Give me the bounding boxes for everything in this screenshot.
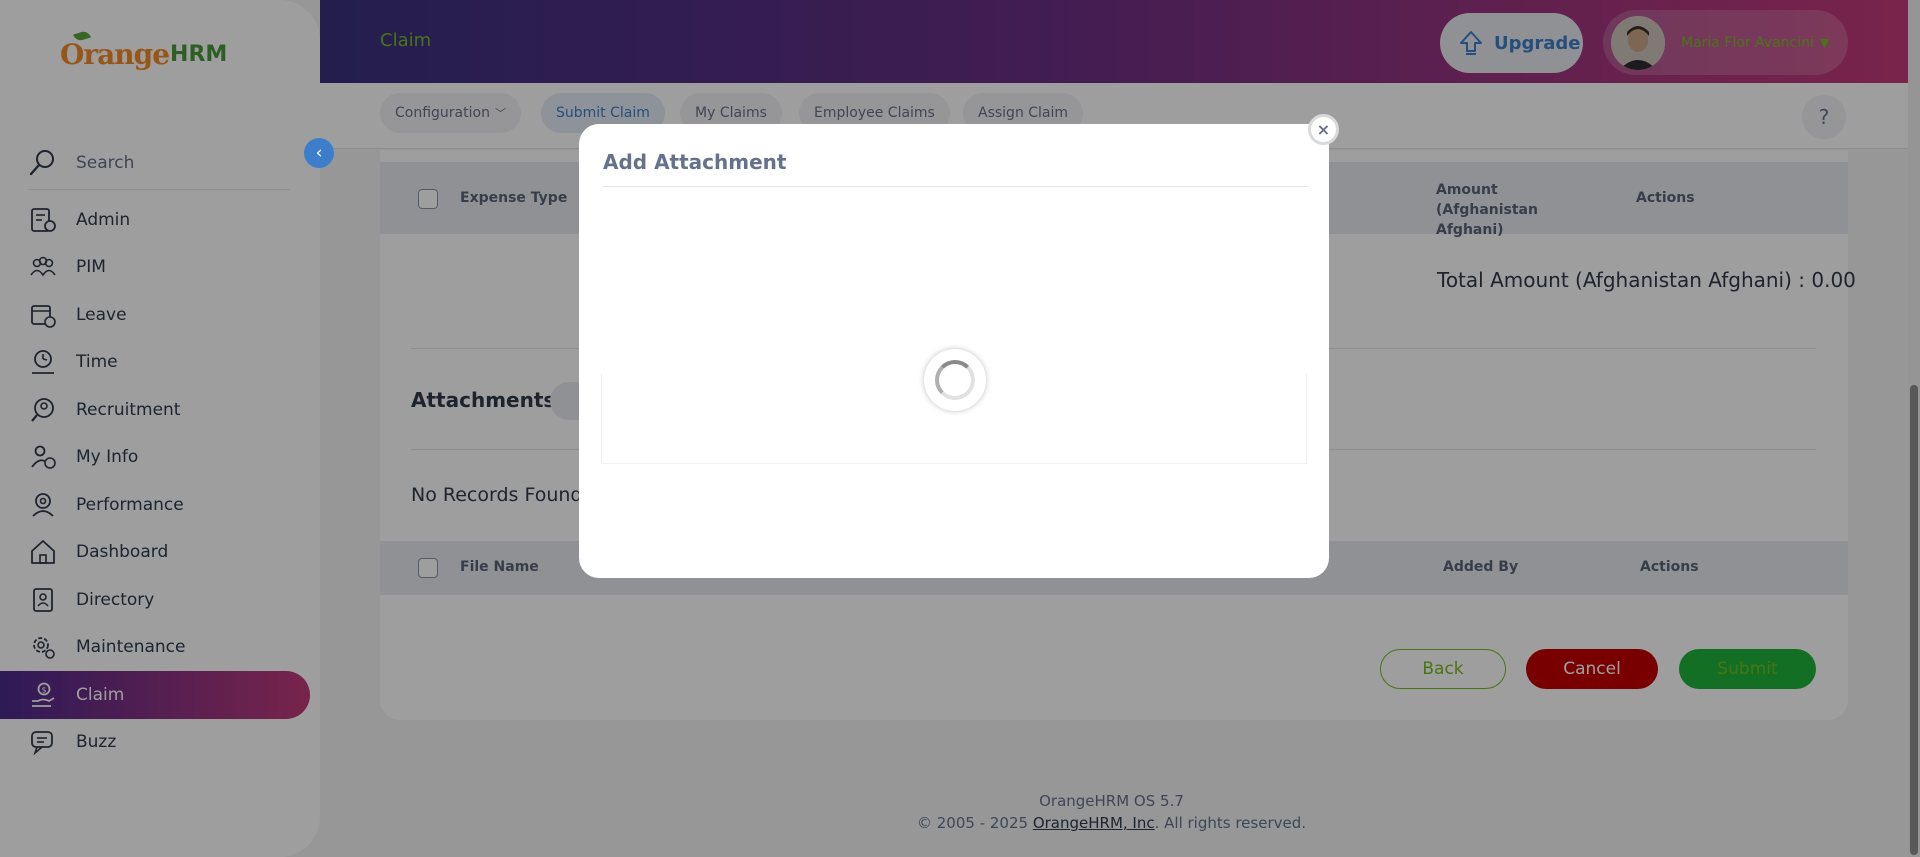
add-attachment-dialog: Add Attachment	[579, 124, 1329, 578]
loading-indicator	[924, 349, 986, 411]
spinner-icon	[935, 360, 975, 400]
close-dialog-button[interactable]: ×	[1308, 114, 1339, 145]
dialog-title: Add Attachment	[603, 150, 787, 174]
sidebar-collapse-button[interactable]: ‹	[304, 138, 334, 168]
close-icon: ×	[1316, 120, 1331, 139]
chevron-left-icon: ‹	[315, 143, 323, 163]
dialog-divider	[603, 186, 1307, 187]
